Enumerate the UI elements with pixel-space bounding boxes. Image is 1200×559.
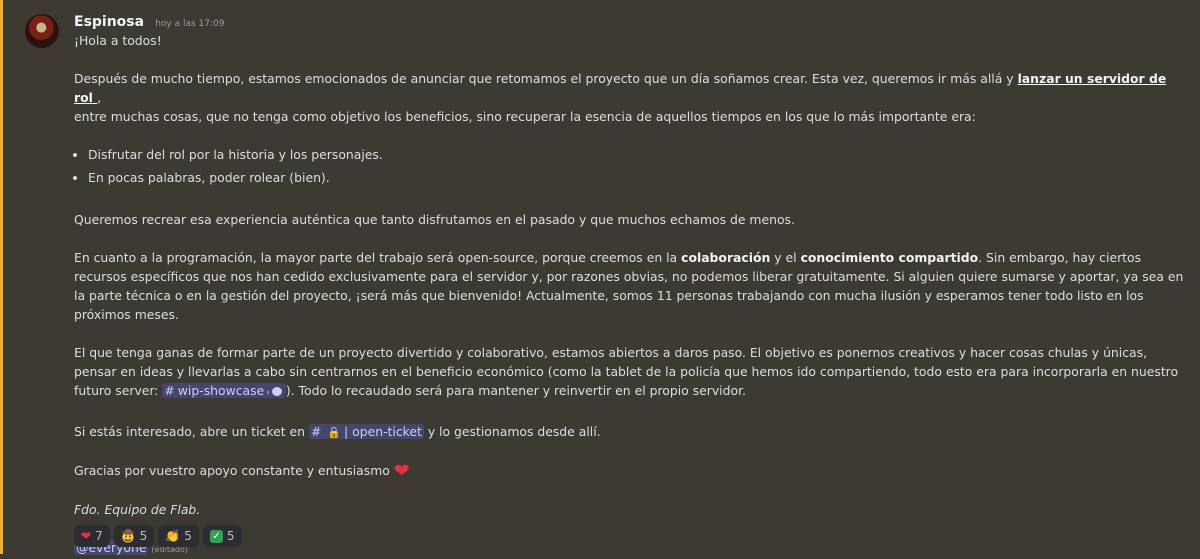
- reaction-count: 5: [139, 529, 148, 543]
- cowboy-face-icon: 🤠: [120, 529, 136, 543]
- channel-mention-wip-showcase[interactable]: # wip-showcase ›: [162, 383, 286, 398]
- reaction-count: 5: [184, 529, 192, 543]
- bullet-list: Disfrutar del rol por la historia y los …: [74, 145, 1184, 187]
- channel-mention-open-ticket[interactable]: # 🔒 | open-ticket: [308, 424, 424, 439]
- username[interactable]: Espinosa: [74, 14, 144, 30]
- message-content: ¡Hola a todos! Después de mucho tiempo, …: [74, 31, 1184, 559]
- reaction-clap[interactable]: 👏 5: [158, 525, 199, 547]
- paragraph-join: El que tenga ganas de formar parte de un…: [74, 345, 1179, 398]
- paragraph-experience: Queremos recrear esa experiencia auténti…: [74, 212, 795, 227]
- hashtag-icon: #: [164, 383, 175, 398]
- chat-message: Espinosa hoy a las 17:09 ¡Hola a todos! …: [0, 0, 1200, 555]
- reactions-bar: ❤ 7 🤠 5 👏 5 ✓ 5: [74, 525, 242, 547]
- reaction-count: 7: [95, 529, 103, 543]
- paragraph-intro: Después de mucho tiempo, estamos emocion…: [74, 71, 1167, 124]
- list-item: Disfrutar del rol por la historia y los …: [88, 145, 1184, 164]
- reaction-count: 5: [226, 529, 235, 543]
- paragraph-thanks: Gracias por vuestro apoyo constante y en…: [74, 460, 410, 482]
- lock-icon: 🔒: [327, 426, 342, 439]
- hashtag-icon: #: [310, 424, 322, 439]
- clapping-hands-icon: 👏: [165, 529, 181, 543]
- signature: Fdo. Equipo de Flab.: [74, 502, 201, 517]
- avatar[interactable]: [25, 14, 59, 48]
- heart-icon: ❤: [81, 529, 92, 543]
- reaction-check[interactable]: ✓ 5: [202, 525, 242, 547]
- timestamp: hoy a las 17:09: [155, 19, 225, 29]
- reaction-cowboy-face[interactable]: 🤠 5: [113, 525, 155, 547]
- paragraph-ticket: Si estás interesado, abre un ticket en #…: [74, 424, 601, 439]
- heart-icon: ❤: [393, 460, 410, 482]
- chat-bubble-icon: [271, 387, 282, 396]
- check-mark-icon: ✓: [209, 529, 223, 543]
- list-item: En pocas palabras, poder rolear (bien).: [88, 168, 1184, 187]
- chevron-right-icon: ›: [266, 388, 270, 398]
- reaction-heart[interactable]: ❤ 7: [74, 525, 110, 547]
- message-header: Espinosa hoy a las 17:09: [74, 11, 224, 31]
- paragraph-programming: En cuanto a la programación, la mayor pa…: [74, 250, 1184, 322]
- greeting: ¡Hola a todos!: [74, 33, 162, 48]
